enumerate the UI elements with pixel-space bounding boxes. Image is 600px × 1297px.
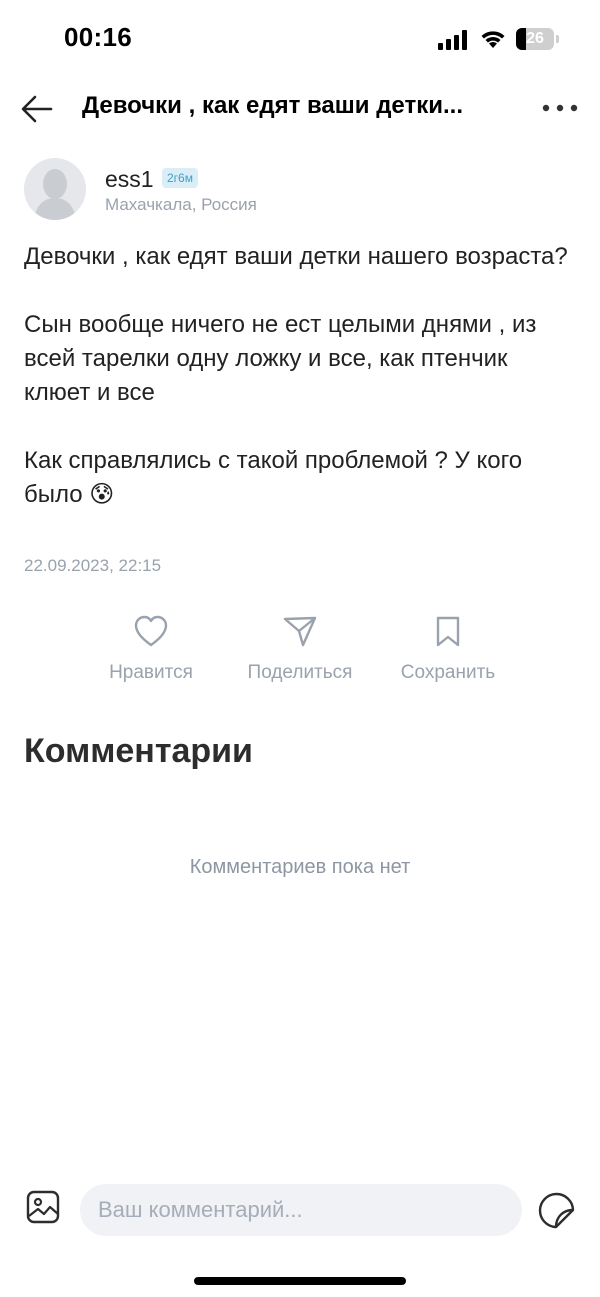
like-label: Нравится — [109, 662, 193, 683]
cellular-signal-icon — [438, 30, 467, 50]
share-button[interactable]: Поделиться — [225, 614, 375, 684]
comment-input[interactable] — [80, 1184, 522, 1236]
user-placeholder-icon — [34, 169, 76, 220]
wifi-icon — [481, 31, 505, 48]
comments-heading: Комментарии — [24, 732, 253, 770]
more-options-icon[interactable] — [540, 98, 580, 118]
bookmark-icon — [436, 616, 460, 647]
save-label: Сохранить — [400, 662, 496, 683]
back-arrow-icon[interactable] — [20, 92, 54, 126]
status-time: 00:16 — [64, 22, 132, 52]
no-comments-text: Комментариев пока нет — [189, 856, 411, 878]
share-label: Поделиться — [247, 662, 353, 683]
post-paragraph: Девочки , как едят ваши детки нашего воз… — [24, 243, 568, 270]
post-body: Девочки , как едят ваши детки нашего воз… — [24, 240, 572, 512]
heart-icon — [134, 615, 168, 647]
post-paragraph: Как справлялись с такой проблемой ? У ко… — [24, 447, 523, 508]
battery-level-text: 26 — [526, 30, 544, 47]
post-date: 22.09.2023, 22:15 — [24, 556, 162, 575]
child-age-badge: 2г6м — [162, 168, 198, 188]
page-title: Девочки , как едят ваши детки... — [82, 92, 463, 119]
image-icon[interactable] — [26, 1190, 60, 1224]
save-button[interactable]: Сохранить — [373, 614, 523, 684]
post-paragraph: Сын вообще ничего не ест целыми днями , … — [24, 311, 537, 406]
sticker-icon[interactable] — [538, 1192, 576, 1230]
like-button[interactable]: Нравится — [76, 614, 226, 684]
home-indicator — [194, 1277, 406, 1285]
avatar[interactable] — [24, 158, 86, 220]
author-username[interactable]: ess1 — [105, 166, 154, 193]
battery-indicator: 26 — [516, 28, 560, 50]
send-icon — [283, 616, 317, 647]
author-location: Махачкала, Россия — [105, 195, 257, 214]
